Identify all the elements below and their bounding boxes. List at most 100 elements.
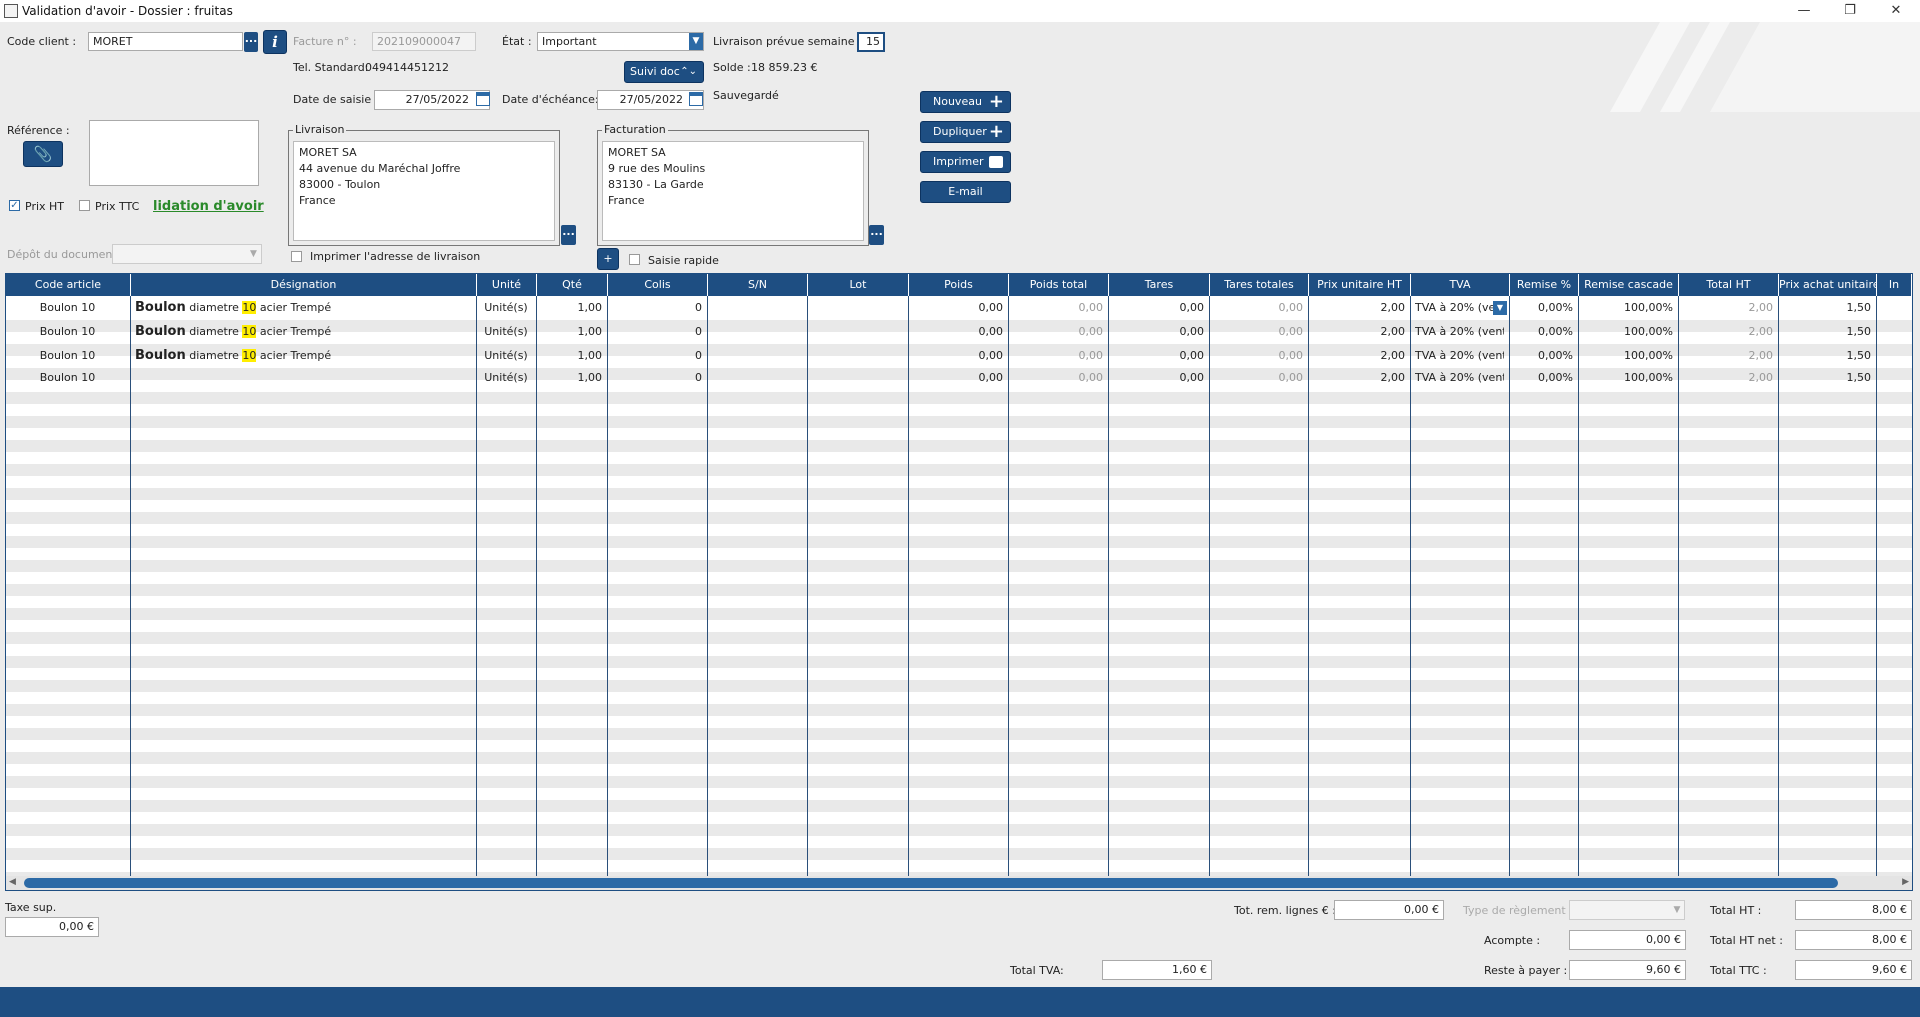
code-cell[interactable]: Boulon 10 xyxy=(10,298,125,318)
designation-cell[interactable]: Boulon diametre 10 acier Trempé xyxy=(135,322,471,342)
tva-cell[interactable]: TVA à 20% (vente) xyxy=(1415,322,1504,342)
livraison-edit-button[interactable]: ... xyxy=(561,225,576,245)
chevron-down-icon[interactable]: ▼ xyxy=(689,33,703,50)
column-header[interactable]: S/N xyxy=(708,274,808,296)
qte-cell[interactable]: 1,00 xyxy=(541,298,603,318)
etat-select[interactable]: Important xyxy=(537,32,704,51)
column-header[interactable]: Tares totales xyxy=(1210,274,1309,296)
dupliquer-button[interactable]: Dupliquer + xyxy=(920,121,1011,143)
prix-ht-checkbox[interactable]: ✓ xyxy=(9,200,20,211)
qte-cell[interactable]: 1,00 xyxy=(541,368,603,388)
lot-cell[interactable] xyxy=(812,346,903,366)
poids-total-cell[interactable]: 0,00 xyxy=(1013,368,1104,388)
poids-total-cell[interactable]: 0,00 xyxy=(1013,322,1104,342)
tva-cell[interactable]: TVA à 20% (vente) xyxy=(1415,346,1504,366)
nouveau-button[interactable]: Nouveau + xyxy=(920,91,1011,113)
unite-cell[interactable]: Unité(s) xyxy=(481,346,531,366)
tva-cell[interactable]: TVA à 20% (vente xyxy=(1415,298,1504,318)
empty-cell[interactable] xyxy=(1881,368,1906,388)
column-header[interactable]: Colis xyxy=(608,274,708,296)
chevron-down-icon[interactable]: ▼ xyxy=(1493,301,1507,315)
code-cell[interactable]: Boulon 10 xyxy=(10,346,125,366)
restore-button[interactable]: ❐ xyxy=(1827,0,1873,22)
empty-cell[interactable] xyxy=(1881,298,1906,318)
imprimer-button[interactable]: Imprimer xyxy=(920,151,1011,173)
taxe-sup-input[interactable]: 0,00 € xyxy=(5,917,99,937)
tares-totales-cell[interactable]: 0,00 xyxy=(1214,322,1304,342)
column-header[interactable]: TVA xyxy=(1411,274,1510,296)
achat-cell[interactable]: 1,50 xyxy=(1783,368,1872,388)
unite-cell[interactable]: Unité(s) xyxy=(481,298,531,318)
achat-cell[interactable]: 1,50 xyxy=(1783,298,1872,318)
cascade-cell[interactable]: 100,00% xyxy=(1583,298,1673,318)
total-cell[interactable]: 2,00 xyxy=(1683,322,1774,342)
cascade-cell[interactable]: 100,00% xyxy=(1583,322,1673,342)
column-header[interactable]: In xyxy=(1877,274,1912,296)
qte-cell[interactable]: 1,00 xyxy=(541,322,603,342)
tot-rem-input[interactable]: 0,00 € xyxy=(1334,900,1444,920)
livraison-address[interactable]: MORET SA 44 avenue du Maréchal Joffre 83… xyxy=(293,141,555,241)
sn-cell[interactable] xyxy=(712,346,802,366)
saisie-rapide-checkbox[interactable] xyxy=(629,254,640,265)
sn-cell[interactable] xyxy=(712,368,802,388)
code-cell[interactable]: Boulon 10 xyxy=(10,368,125,388)
chevron-down-icon[interactable]: ▼ xyxy=(247,246,260,262)
designation-cell[interactable]: Boulon diametre 10 acier Trempé xyxy=(135,346,471,366)
total-cell[interactable]: 2,00 xyxy=(1683,346,1774,366)
column-header[interactable]: Code article xyxy=(6,274,131,296)
prix-cell[interactable]: 2,00 xyxy=(1313,368,1406,388)
client-search-button[interactable]: ... xyxy=(244,32,258,52)
colis-cell[interactable]: 0 xyxy=(612,322,702,342)
table-row[interactable]: Boulon 10 Boulon diametre 10 acier Trempé… xyxy=(6,298,1912,318)
colis-cell[interactable]: 0 xyxy=(612,368,702,388)
prix-cell[interactable]: 2,00 xyxy=(1313,346,1406,366)
table-row[interactable]: Boulon 10 Boulon diametre 10 acier Trempé… xyxy=(6,322,1912,342)
minimize-button[interactable]: — xyxy=(1781,0,1827,22)
code-cell[interactable]: Boulon 10 xyxy=(10,322,125,342)
acompte-input[interactable]: 0,00 € xyxy=(1569,930,1686,950)
total-cell[interactable]: 2,00 xyxy=(1683,298,1774,318)
designation-cell[interactable] xyxy=(135,368,471,388)
tares-totales-cell[interactable]: 0,00 xyxy=(1214,346,1304,366)
sn-cell[interactable] xyxy=(712,298,802,318)
unite-cell[interactable]: Unité(s) xyxy=(481,322,531,342)
achat-cell[interactable]: 1,50 xyxy=(1783,346,1872,366)
poids-cell[interactable]: 0,00 xyxy=(913,346,1004,366)
email-button[interactable]: E-mail xyxy=(920,181,1011,203)
empty-cell[interactable] xyxy=(1881,346,1906,366)
table-row[interactable]: Boulon 10 Unité(s) 1,00 0 0,00 0,00 0,00 0,00 2… xyxy=(6,368,1912,388)
colis-cell[interactable]: 0 xyxy=(612,298,702,318)
column-header[interactable]: Prix achat unitaire xyxy=(1779,274,1877,296)
date-echeance-input[interactable]: 27/05/2022 xyxy=(597,90,704,110)
validation-avoir-link[interactable]: lidation d'avoir xyxy=(153,199,264,214)
depot-select[interactable] xyxy=(112,244,262,264)
poids-cell[interactable]: 0,00 xyxy=(913,368,1004,388)
tares-totales-cell[interactable]: 0,00 xyxy=(1214,368,1304,388)
suivi-doc-button[interactable]: Suivi doc ⌃⌄ xyxy=(624,61,704,83)
poids-total-cell[interactable]: 0,00 xyxy=(1013,298,1104,318)
cascade-cell[interactable]: 100,00% xyxy=(1583,346,1673,366)
column-header[interactable]: Poids xyxy=(909,274,1009,296)
column-header[interactable]: Remise % xyxy=(1510,274,1579,296)
tares-totales-cell[interactable]: 0,00 xyxy=(1214,298,1304,318)
calendar-icon[interactable] xyxy=(689,92,703,106)
poids-cell[interactable]: 0,00 xyxy=(913,322,1004,342)
paperclip-icon[interactable]: 📎 xyxy=(23,141,63,167)
column-header[interactable]: Lot xyxy=(808,274,909,296)
column-header[interactable]: Tares xyxy=(1109,274,1210,296)
colis-cell[interactable]: 0 xyxy=(612,346,702,366)
chevron-right-icon[interactable]: ▶ xyxy=(1902,877,1909,887)
total-cell[interactable]: 2,00 xyxy=(1683,368,1774,388)
tares-cell[interactable]: 0,00 xyxy=(1113,346,1205,366)
facturation-address[interactable]: MORET SA 9 rue des Moulins 83130 - La Ga… xyxy=(602,141,864,241)
remise-cell[interactable]: 0,00% xyxy=(1514,368,1573,388)
code-client-input[interactable]: MORET xyxy=(88,32,243,51)
horizontal-scrollbar[interactable]: ◀ ▶ xyxy=(6,876,1912,890)
close-button[interactable]: ✕ xyxy=(1873,0,1919,22)
empty-cell[interactable] xyxy=(1881,322,1906,342)
remise-cell[interactable]: 0,00% xyxy=(1514,322,1573,342)
cascade-cell[interactable]: 100,00% xyxy=(1583,368,1673,388)
table-row[interactable]: Boulon 10 Boulon diametre 10 acier Trempé… xyxy=(6,346,1912,366)
poids-cell[interactable]: 0,00 xyxy=(913,298,1004,318)
designation-cell[interactable]: Boulon diametre 10 acier Trempé xyxy=(135,298,471,318)
